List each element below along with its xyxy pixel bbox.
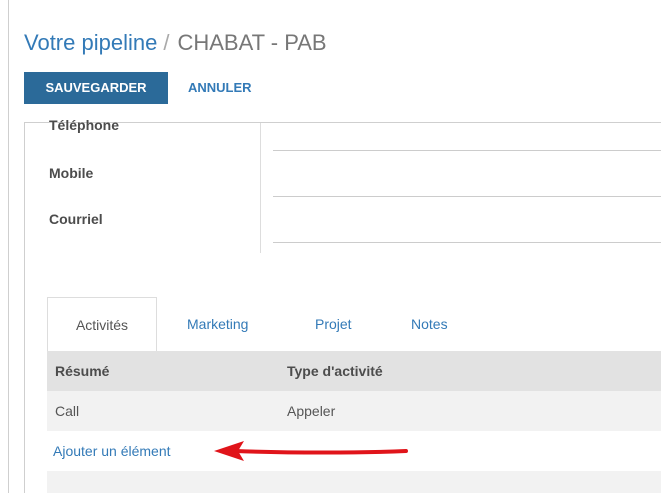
notebook-tabs: Activités Marketing Projet Notes [47, 297, 661, 351]
table-header: Résumé Type d'activité [47, 351, 661, 391]
cell-resume: Call [55, 403, 80, 419]
add-item-link[interactable]: Ajouter un élément [53, 431, 171, 471]
phone-field[interactable] [273, 150, 661, 151]
cell-activity-type: Appeler [287, 403, 336, 419]
table-row[interactable]: Call Appeler [47, 391, 661, 431]
tab-activites[interactable]: Activités [47, 297, 157, 351]
cancel-button[interactable]: ANNULER [188, 72, 252, 104]
empty-table-row [47, 471, 661, 493]
email-label: Courriel [49, 211, 103, 227]
form-sheet: Téléphone Mobile Courriel Activités Mark… [24, 117, 661, 493]
red-arrow-left-icon [214, 441, 408, 461]
column-header-resume[interactable]: Résumé [55, 351, 109, 391]
tab-marketing[interactable]: Marketing [187, 297, 248, 351]
left-border [8, 0, 9, 493]
save-button[interactable]: SAUVEGARDER [24, 72, 168, 104]
form-view: Votre pipeline / CHABAT - PAB SAUVEGARDER … [0, 0, 661, 493]
email-field[interactable] [273, 242, 661, 243]
contact-fields: Téléphone Mobile Courriel [25, 117, 661, 263]
breadcrumb-parent-link[interactable]: Votre pipeline [24, 30, 157, 55]
breadcrumb: Votre pipeline / CHABAT - PAB [24, 30, 327, 56]
phone-label: Téléphone [49, 117, 120, 133]
tab-projet[interactable]: Projet [315, 297, 352, 351]
mobile-field[interactable] [273, 196, 661, 197]
mobile-label: Mobile [49, 165, 94, 181]
breadcrumb-separator: / [163, 30, 170, 55]
tab-notes[interactable]: Notes [411, 297, 448, 351]
column-divider [260, 123, 261, 253]
breadcrumb-current: CHABAT - PAB [177, 30, 327, 55]
column-header-activity-type[interactable]: Type d'activité [287, 351, 383, 391]
